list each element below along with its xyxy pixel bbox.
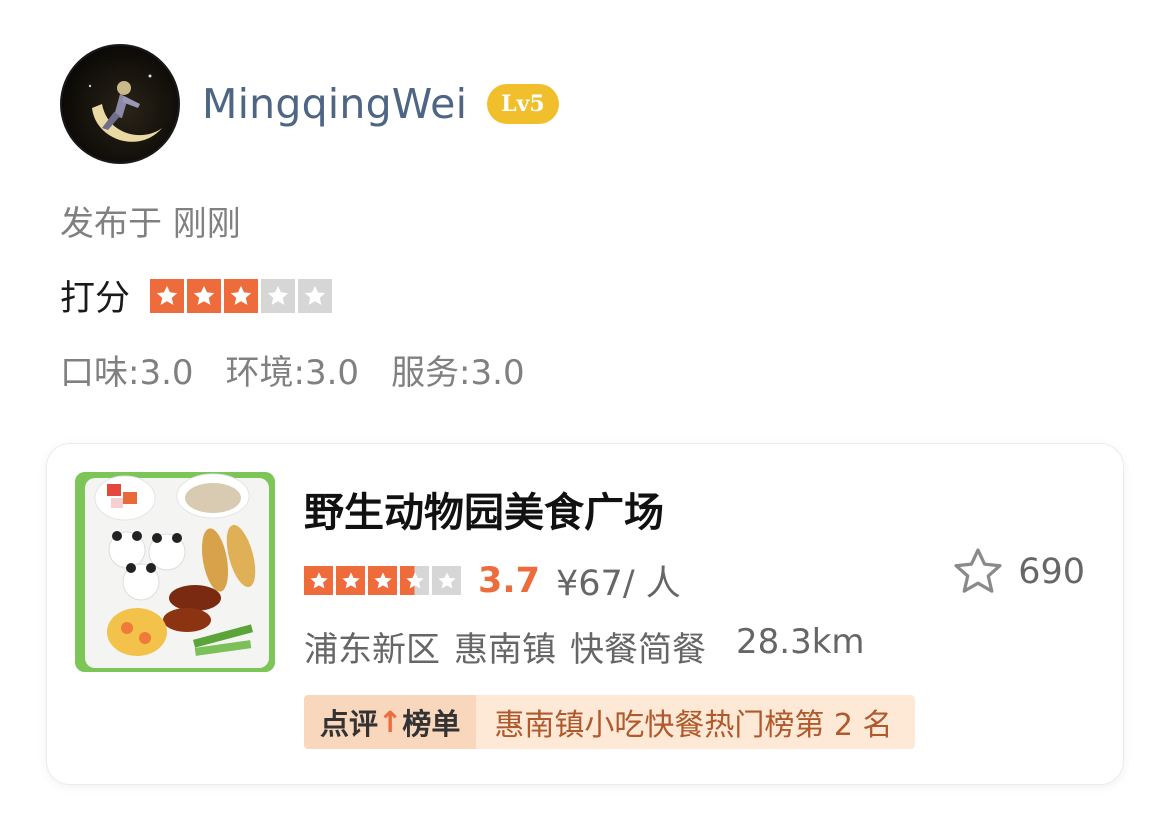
shop-price: ¥67/ 人 xyxy=(556,564,681,604)
shop-photo[interactable] xyxy=(75,472,275,672)
star-icon xyxy=(224,278,259,313)
moon-icon xyxy=(88,74,162,142)
shop-card[interactable]: 野生动物园美食广场 3.7 ¥67/ 人 690 浦东新区 惠南镇 快餐简餐 2… xyxy=(46,443,1124,785)
avatar[interactable] xyxy=(60,44,180,164)
service-score: 服务:3.0 xyxy=(391,353,525,393)
star-icon xyxy=(150,278,185,313)
star-icon xyxy=(304,566,333,595)
publish-time: 发布于 刚刚 xyxy=(60,204,241,244)
sub-scores: 口味:3.0 环境:3.0 服务:3.0 xyxy=(60,345,557,394)
arrow-up-icon: ↑ xyxy=(378,705,403,739)
user-rating: 打分 xyxy=(60,270,335,321)
favorite-button[interactable]: 690 xyxy=(950,544,1085,600)
shop-district: 浦东新区 xyxy=(304,630,440,670)
favorite-count: 690 xyxy=(1018,552,1085,592)
shop-score: 3.7 xyxy=(478,560,541,601)
rating-stars xyxy=(150,278,335,313)
star-outline-icon xyxy=(954,548,1002,593)
ranking-tag[interactable]: 点评 ↑ 榜单 惠南镇小吃快餐热门榜第 2 名 xyxy=(304,695,915,749)
star-icon xyxy=(432,566,461,595)
username[interactable]: MingqingWei xyxy=(202,80,467,128)
level-badge: Lv5 xyxy=(487,84,559,124)
shop-name[interactable]: 野生动物园美食广场 xyxy=(304,480,664,538)
taste-score: 口味:3.0 xyxy=(60,353,194,393)
star-icon xyxy=(368,566,397,595)
review-page: MingqingWei Lv5 发布于 刚刚 打分 口味:3.0 环境:3.0 … xyxy=(0,0,1170,821)
shop-category: 快餐简餐 xyxy=(570,630,706,670)
ranking-text: 惠南镇小吃快餐热门榜第 2 名 xyxy=(476,695,915,749)
environment-score: 环境:3.0 xyxy=(225,353,360,393)
ranking-label: 点评 ↑ 榜单 xyxy=(304,695,477,749)
shop-rating-row: 3.7 ¥67/ 人 xyxy=(304,555,681,606)
shop-distance: 28.3km xyxy=(736,622,865,662)
ranking-label-pre: 点评 xyxy=(320,707,379,741)
star-icon xyxy=(336,566,365,595)
shop-town: 惠南镇 xyxy=(454,630,556,670)
shop-meta: 浦东新区 惠南镇 快餐简餐 28.3km xyxy=(304,622,879,671)
star-icon xyxy=(298,278,333,313)
star-icon xyxy=(400,566,429,595)
ranking-label-post: 榜单 xyxy=(402,707,461,741)
user-header: MingqingWei Lv5 xyxy=(60,44,559,164)
food-tray-image xyxy=(75,472,275,672)
rating-label: 打分 xyxy=(60,279,131,319)
star-icon xyxy=(187,278,222,313)
star-icon xyxy=(261,278,296,313)
shop-stars xyxy=(304,566,464,595)
